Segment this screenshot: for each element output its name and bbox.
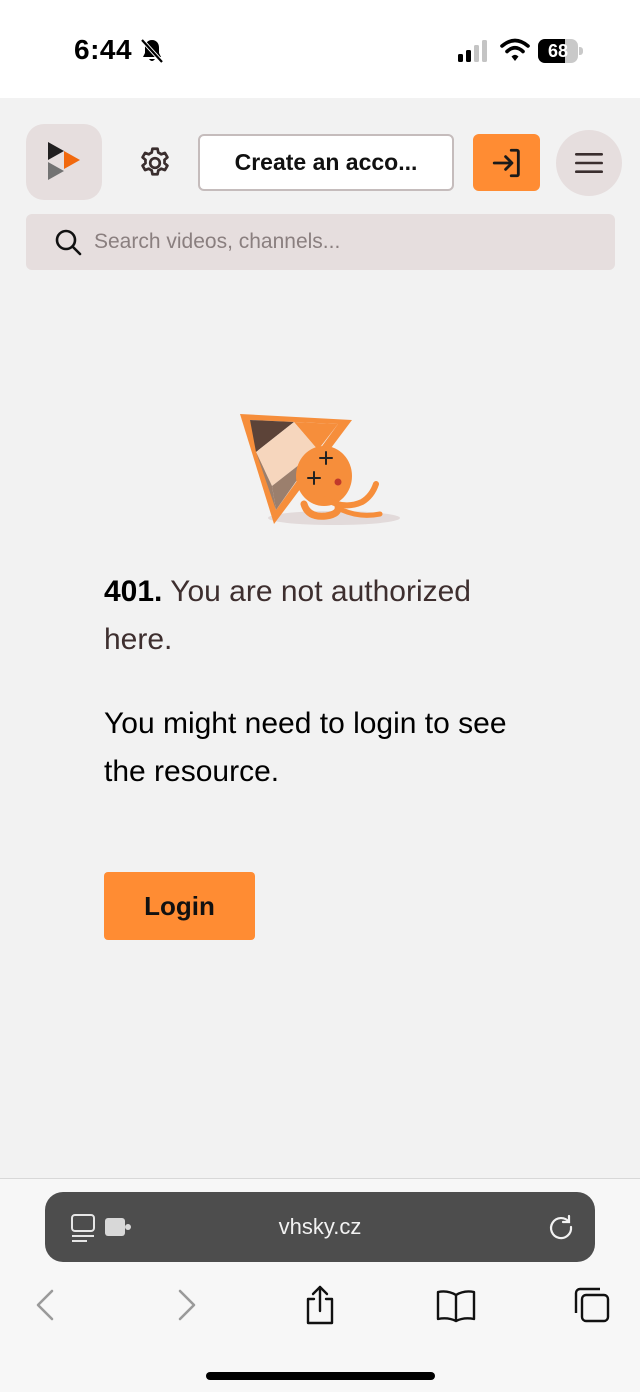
bell-muted-icon	[140, 38, 164, 64]
menu-button[interactable]	[556, 130, 622, 196]
wifi-icon	[500, 38, 530, 61]
battery-indicator: 68	[538, 39, 584, 63]
create-account-button[interactable]: Create an acco...	[198, 134, 454, 191]
page-settings-icon[interactable]	[71, 1214, 133, 1242]
error-code: 401.	[104, 575, 163, 608]
error-description: You might need to login to see the resou…	[104, 707, 507, 788]
status-time: 6:44	[74, 34, 133, 65]
settings-button[interactable]	[134, 142, 176, 184]
forward-icon[interactable]	[166, 1285, 206, 1325]
home-indicator	[206, 1372, 435, 1380]
sign-in-button[interactable]	[473, 134, 540, 191]
cellular-signal-icon	[458, 40, 487, 62]
hamburger-menu-icon	[575, 153, 603, 173]
back-icon[interactable]	[26, 1285, 66, 1325]
address-bar[interactable]: vhsky.cz	[45, 1192, 595, 1262]
site-logo-button[interactable]	[26, 124, 102, 200]
gear-icon	[141, 147, 169, 176]
tabs-icon[interactable]	[572, 1285, 612, 1325]
battery-percent: 68	[547, 41, 569, 61]
bookmarks-icon[interactable]	[436, 1285, 476, 1325]
error-mascot-illustration	[240, 414, 400, 525]
sign-in-icon	[492, 148, 520, 177]
login-button[interactable]: Login	[104, 872, 255, 940]
search-icon	[55, 229, 82, 256]
browser-toolbar: vhsky.cz	[0, 1178, 640, 1392]
status-bar: 6:44 68	[0, 0, 640, 98]
share-icon[interactable]	[300, 1285, 340, 1325]
search-input[interactable]	[94, 214, 594, 270]
error-message: 401. You are not authorized here.	[104, 568, 524, 664]
peertube-logo-icon	[48, 142, 80, 180]
address-url[interactable]: vhsky.cz	[165, 1192, 475, 1262]
reload-icon[interactable]	[547, 1213, 575, 1241]
search-bar[interactable]	[26, 214, 615, 270]
